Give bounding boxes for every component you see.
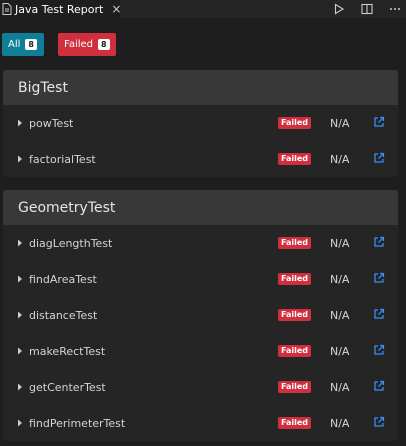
- filter-all-button[interactable]: All 8: [2, 33, 44, 56]
- more-icon[interactable]: [388, 2, 402, 16]
- status-badge: Failed: [278, 345, 312, 357]
- suite-header[interactable]: GeometryTest: [3, 190, 398, 225]
- test-row[interactable]: findAreaTest Failed N/A: [3, 261, 398, 297]
- status-badge: Failed: [278, 237, 312, 249]
- status-badge: Failed: [278, 309, 312, 321]
- open-source-link-icon[interactable]: [373, 152, 385, 164]
- test-duration: N/A: [330, 152, 350, 166]
- filter-failed-label: Failed: [64, 39, 94, 50]
- test-row[interactable]: factorialTest Failed N/A: [3, 141, 398, 177]
- tab-java-test-report[interactable]: Java Test Report ×: [0, 0, 121, 18]
- status-badge: Failed: [278, 273, 312, 285]
- test-row[interactable]: diagLengthTest Failed N/A: [3, 225, 398, 261]
- test-row[interactable]: distanceTest Failed N/A: [3, 297, 398, 333]
- test-name: factorialTest: [29, 152, 96, 166]
- chevron-right-icon[interactable]: [17, 154, 23, 164]
- run-icon[interactable]: [332, 2, 346, 16]
- chevron-right-icon[interactable]: [17, 418, 23, 428]
- close-icon[interactable]: ×: [111, 3, 121, 15]
- open-source-link-icon[interactable]: [373, 416, 385, 428]
- filter-failed-button[interactable]: Failed 8: [58, 33, 116, 56]
- test-duration: N/A: [330, 116, 350, 130]
- test-name: findPerimeterTest: [29, 416, 126, 430]
- editor-tab-bar: Java Test Report ×: [0, 0, 406, 18]
- split-editor-icon[interactable]: [360, 2, 374, 16]
- document-icon: [2, 2, 12, 16]
- test-row[interactable]: powTest Failed N/A: [3, 105, 398, 141]
- test-name: findAreaTest: [29, 272, 97, 286]
- test-row[interactable]: getCenterTest Failed N/A: [3, 369, 398, 405]
- test-duration: N/A: [330, 272, 350, 286]
- status-badge: Failed: [278, 381, 312, 393]
- tab-actions: [332, 0, 402, 18]
- test-name: powTest: [29, 116, 74, 130]
- test-name: getCenterTest: [29, 380, 106, 394]
- test-duration: N/A: [330, 380, 350, 394]
- test-duration: N/A: [330, 236, 350, 250]
- chevron-right-icon[interactable]: [17, 346, 23, 356]
- status-badge: Failed: [278, 153, 312, 165]
- open-source-link-icon[interactable]: [373, 272, 385, 284]
- chevron-right-icon[interactable]: [17, 274, 23, 284]
- open-source-link-icon[interactable]: [373, 116, 385, 128]
- chevron-right-icon[interactable]: [17, 238, 23, 248]
- chevron-right-icon[interactable]: [17, 310, 23, 320]
- test-name: makeRectTest: [29, 344, 106, 358]
- suite-header[interactable]: BigTest: [3, 70, 398, 105]
- test-name: diagLengthTest: [29, 236, 113, 250]
- test-duration: N/A: [330, 344, 350, 358]
- test-row[interactable]: findPerimeterTest Failed N/A: [3, 405, 398, 441]
- open-source-link-icon[interactable]: [373, 236, 385, 248]
- chevron-right-icon[interactable]: [17, 382, 23, 392]
- test-suite-geometrytest: GeometryTest diagLengthTest Failed N/A f…: [3, 190, 398, 441]
- tab-title: Java Test Report: [15, 2, 104, 16]
- filter-failed-count: 8: [98, 39, 110, 50]
- filter-all-label: All: [8, 39, 21, 50]
- open-source-link-icon[interactable]: [373, 344, 385, 356]
- status-badge: Failed: [278, 117, 312, 129]
- test-row[interactable]: makeRectTest Failed N/A: [3, 333, 398, 369]
- open-source-link-icon[interactable]: [373, 308, 385, 320]
- chevron-right-icon[interactable]: [17, 118, 23, 128]
- test-duration: N/A: [330, 308, 350, 322]
- test-name: distanceTest: [29, 308, 98, 322]
- filter-all-count: 8: [25, 39, 37, 50]
- open-source-link-icon[interactable]: [373, 380, 385, 392]
- test-suite-bigtest: BigTest powTest Failed N/A factorialTest…: [3, 70, 398, 177]
- test-duration: N/A: [330, 416, 350, 430]
- status-badge: Failed: [278, 417, 312, 429]
